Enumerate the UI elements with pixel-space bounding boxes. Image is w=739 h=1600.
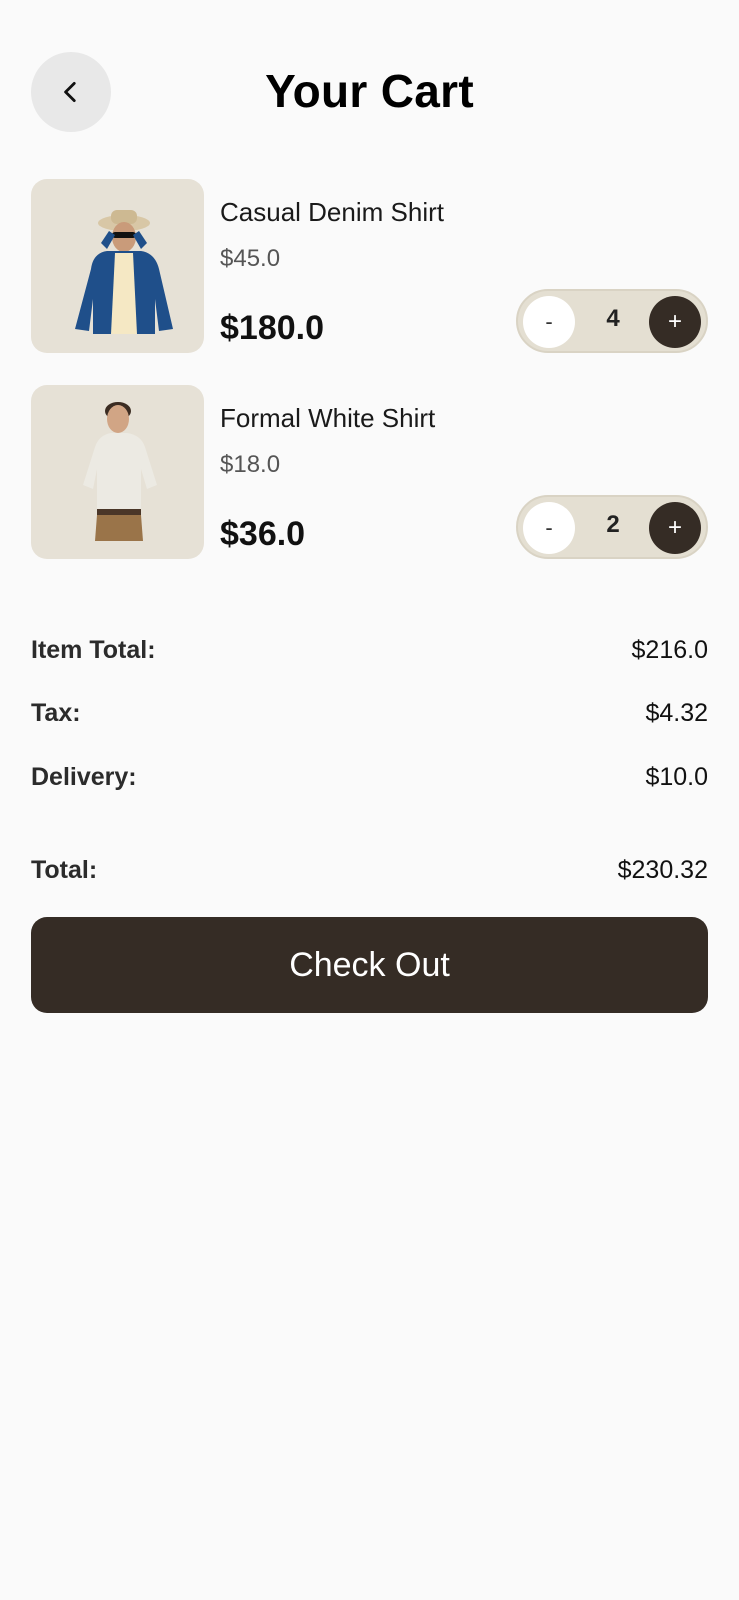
decrease-quantity-button[interactable]: -	[523, 296, 575, 348]
decrease-quantity-button[interactable]: -	[523, 502, 575, 554]
item-line-total: $180.0	[220, 309, 324, 347]
white-shirt-model-image	[83, 402, 157, 541]
grand-total-row: Total: $230.32	[31, 852, 708, 888]
item-unit-price: $18.0	[220, 451, 281, 478]
tax-label: Tax:	[31, 698, 81, 727]
item-total-label: Item Total:	[31, 635, 156, 664]
product-image[interactable]	[31, 179, 204, 353]
quantity-stepper: - 4 +	[516, 289, 708, 353]
item-name: Casual Denim Shirt	[220, 197, 444, 227]
increase-quantity-button[interactable]: +	[649, 296, 701, 348]
page-title: Your Cart	[265, 65, 474, 117]
cart-item: Casual Denim Shirt $45.0 $180.0 - 4 +	[31, 179, 708, 353]
delivery-value: $10.0	[645, 762, 708, 791]
item-total-row: Item Total: $216.0	[31, 632, 708, 668]
cart-item: Formal White Shirt $18.0 $36.0 - 2 +	[31, 385, 708, 559]
delivery-row: Delivery: $10.0	[31, 759, 708, 795]
quantity-value: 4	[606, 305, 620, 332]
delivery-label: Delivery:	[31, 762, 137, 791]
total-label: Total:	[31, 855, 98, 884]
tax-row: Tax: $4.32	[31, 695, 708, 731]
item-unit-price: $45.0	[220, 245, 281, 272]
quantity-stepper: - 2 +	[516, 495, 708, 559]
tax-value: $4.32	[645, 698, 708, 727]
item-name: Formal White Shirt	[220, 403, 436, 433]
denim-shirt-model-image	[75, 210, 173, 334]
item-total-value: $216.0	[631, 635, 708, 664]
checkout-button[interactable]: Check Out	[31, 917, 708, 1013]
product-image[interactable]	[31, 385, 204, 559]
quantity-value: 2	[606, 511, 620, 538]
increase-quantity-button[interactable]: +	[649, 502, 701, 554]
total-value: $230.32	[617, 855, 708, 884]
item-line-total: $36.0	[220, 515, 306, 553]
